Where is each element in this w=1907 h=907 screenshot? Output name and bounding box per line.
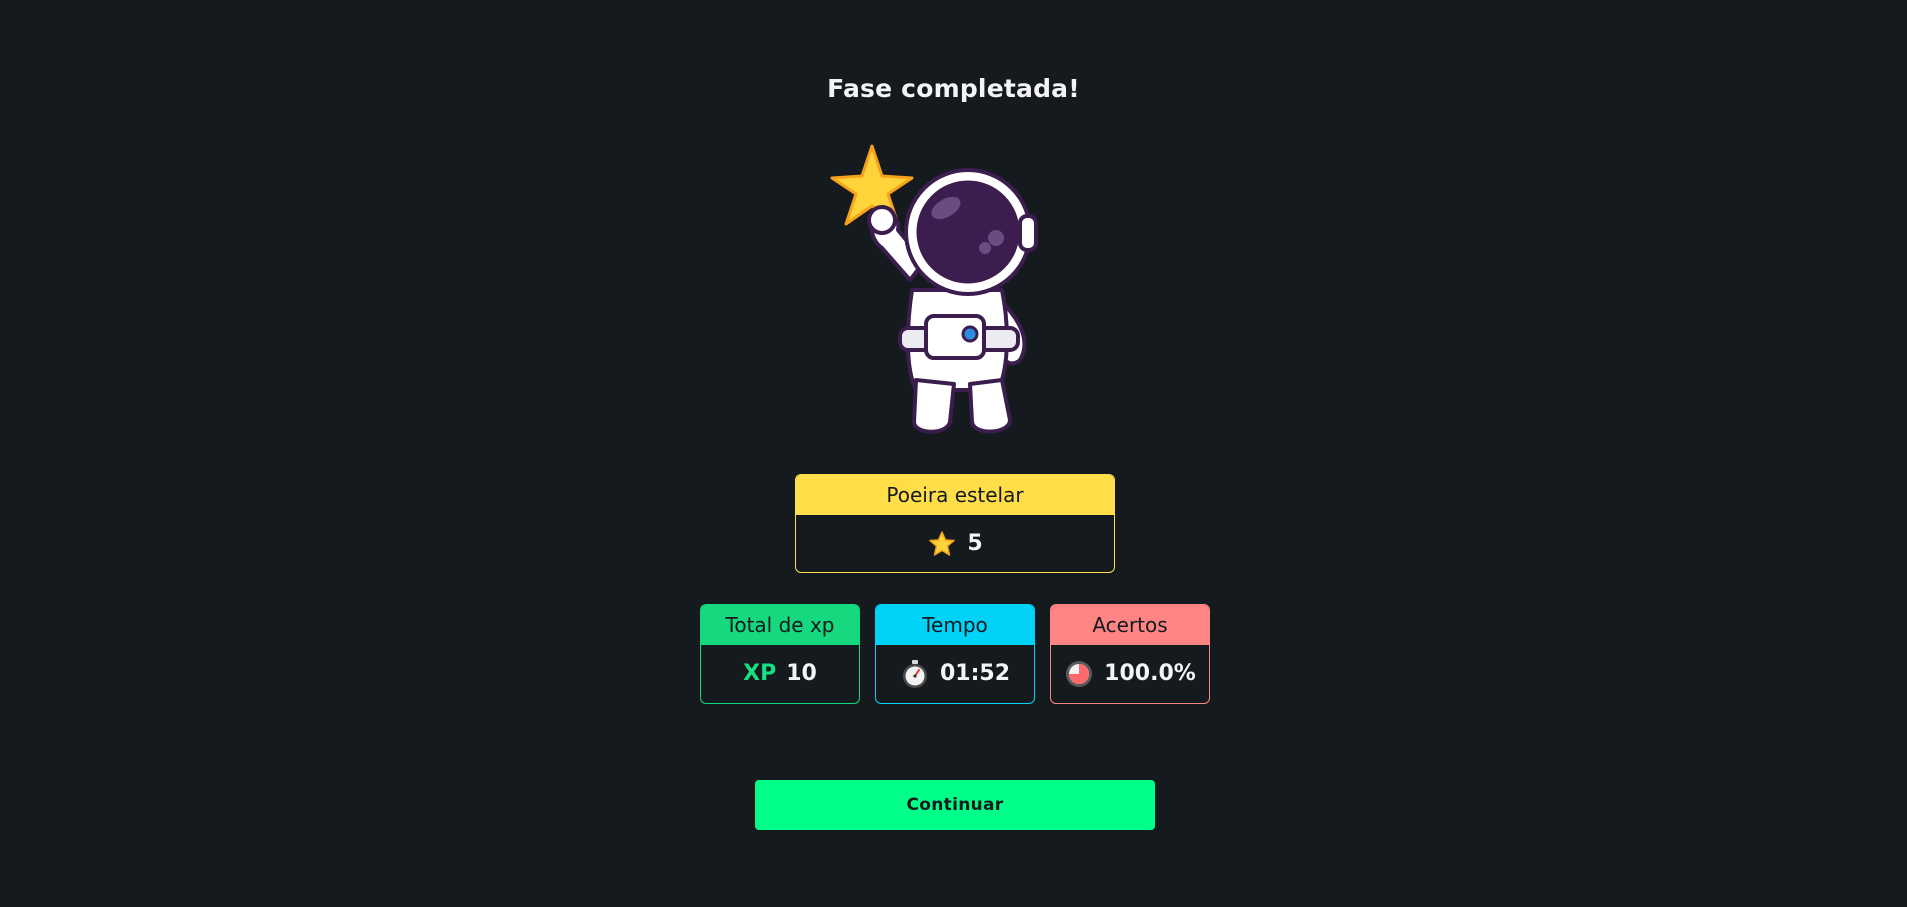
time-card: Tempo 01:52: [875, 604, 1035, 704]
continue-button[interactable]: Continuar: [755, 780, 1155, 830]
time-value: 01:52: [939, 661, 1011, 686]
stopwatch-icon: [900, 659, 930, 689]
xp-tag: XP: [743, 661, 777, 686]
stardust-body: 5: [796, 515, 1114, 572]
accuracy-card: Acertos 100.0%: [1050, 604, 1210, 704]
accuracy-value: 100.0%: [1104, 661, 1196, 686]
xp-label: Total de xp: [701, 605, 859, 645]
stardust-card: Poeira estelar 5: [795, 474, 1115, 573]
level-complete-screen: Fase completada! Poeira estelar 5 Total …: [0, 0, 1907, 907]
pie-chart-icon: [1064, 659, 1094, 689]
stardust-label: Poeira estelar: [796, 475, 1114, 515]
time-label: Tempo: [876, 605, 1034, 645]
xp-body: XP 10: [701, 645, 859, 702]
astronaut-mascot-icon: [820, 140, 1060, 440]
accuracy-body: 100.0%: [1051, 645, 1209, 702]
stardust-value: 5: [967, 531, 983, 556]
star-icon: [927, 529, 957, 559]
time-body: 01:52: [876, 645, 1034, 702]
xp-value: 10: [786, 661, 817, 686]
accuracy-label: Acertos: [1051, 605, 1209, 645]
page-title: Fase completada!: [827, 74, 1080, 103]
xp-card: Total de xp XP 10: [700, 604, 860, 704]
